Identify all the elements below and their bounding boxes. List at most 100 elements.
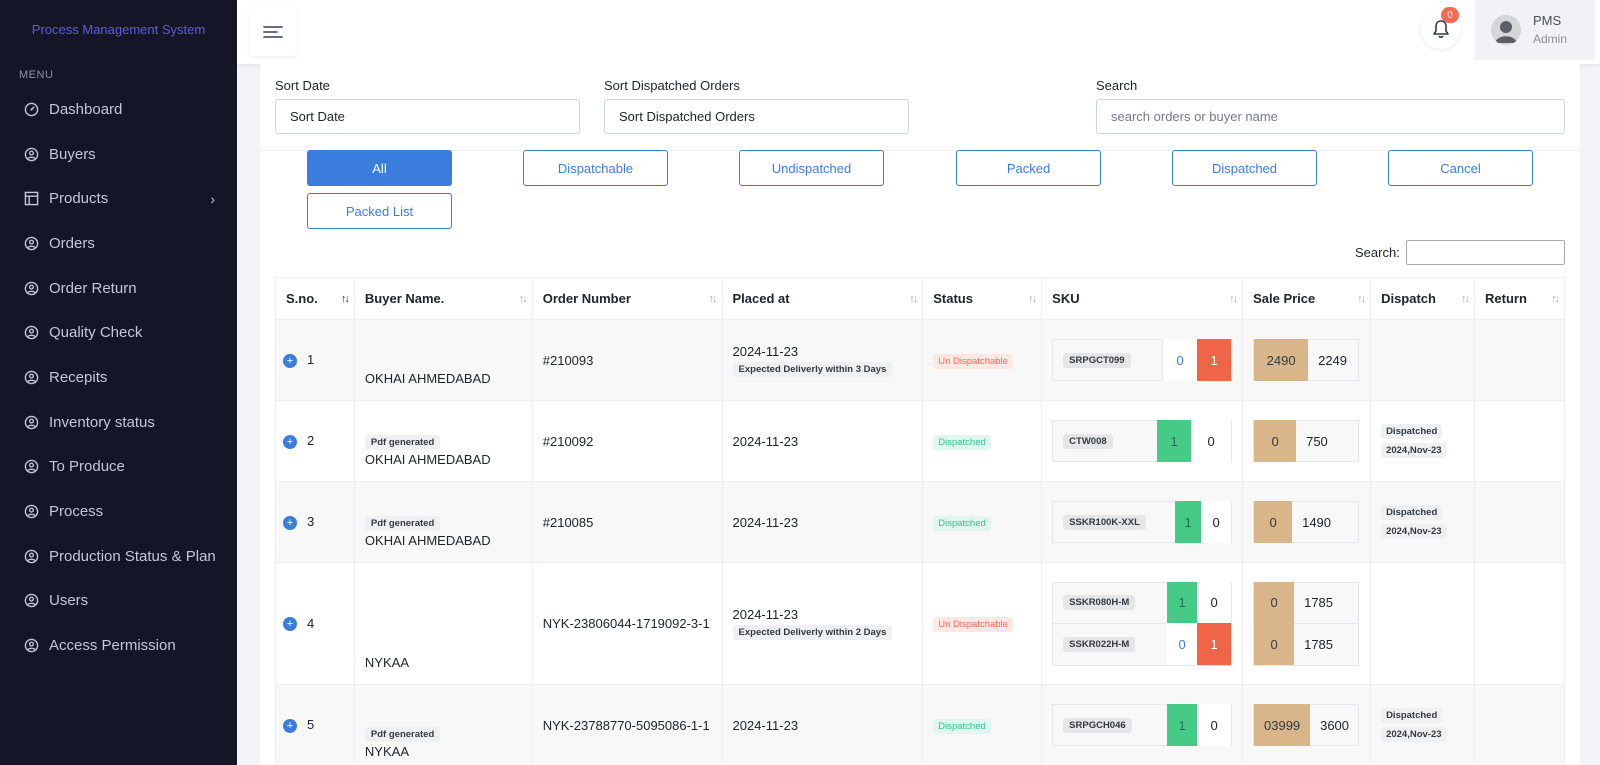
- col-sale-price[interactable]: Sale Price ↑↓: [1242, 277, 1372, 320]
- sku-qty-a: 1: [1175, 501, 1202, 543]
- sidebar-item-order-return[interactable]: Order Return: [0, 266, 237, 311]
- price-a: 03999: [1254, 704, 1311, 746]
- search-orders-input[interactable]: search orders or buyer name: [1096, 99, 1565, 134]
- header-label: Status: [933, 291, 973, 306]
- expand-row-icon[interactable]: +: [283, 434, 297, 449]
- user-circle-icon: [23, 593, 39, 609]
- header-label: Buyer Name.: [364, 291, 445, 306]
- price-b: 1785: [1304, 636, 1334, 652]
- user-circle-icon: [23, 146, 39, 162]
- col-order-number[interactable]: Order Number ↑↓: [531, 277, 723, 320]
- sku-item: SSKR022H-M 0 1: [1052, 623, 1233, 666]
- menu-toggle-button[interactable]: [249, 8, 297, 56]
- user-circle-icon: [23, 280, 39, 296]
- user-circle-icon: [23, 235, 39, 251]
- sidebar-item-access-permission[interactable]: Access Permission: [0, 623, 237, 668]
- header-label: SKU: [1052, 291, 1080, 306]
- table-row[interactable]: +4 NYKAA NYK-23806044-1719092-3-1 2024-1…: [275, 562, 1565, 685]
- sku-qty-a: 1: [1167, 704, 1198, 746]
- sort-dispatched-select[interactable]: Sort Dispatched Orders: [604, 99, 909, 134]
- sidebar-item-receipts[interactable]: Recepits: [0, 355, 237, 400]
- col-dispatch[interactable]: Dispatch ↑↓: [1370, 277, 1475, 320]
- sidebar-item-dashboard[interactable]: Dashboard: [0, 87, 237, 132]
- status-badge: Un Dispatchable: [933, 353, 1013, 369]
- header-label: Dispatch: [1381, 291, 1436, 306]
- filter-undispatched-button[interactable]: Undispatched: [739, 150, 884, 186]
- sidebar-item-label: Buyers: [49, 145, 96, 163]
- filter-dispatched-button[interactable]: Dispatched: [1172, 150, 1317, 186]
- sku-item: SRPGCH046 1 0: [1052, 704, 1233, 746]
- dispatch-date-badge: 2024,Nov-23: [1381, 727, 1447, 742]
- expand-row-icon[interactable]: +: [283, 353, 297, 368]
- sidebar-item-to-produce[interactable]: To Produce: [0, 445, 237, 490]
- price-item: 0 1785: [1253, 581, 1360, 624]
- sort-icon: ↑↓: [518, 292, 528, 305]
- dispatch-badge: Dispatched: [1381, 708, 1443, 723]
- row-sno: 5: [307, 717, 315, 733]
- sku-qty-a: 0: [1167, 623, 1198, 665]
- sidebar-item-products[interactable]: Products ›: [0, 176, 237, 221]
- user-menu[interactable]: PMS Admin: [1475, 0, 1595, 60]
- sort-icon: ↑↓: [1461, 292, 1470, 305]
- user-circle-icon: [23, 548, 39, 564]
- sort-icon: ↑↓: [909, 292, 918, 305]
- sku-code: SSKR080H-M: [1063, 595, 1136, 610]
- filter-packed-list-button[interactable]: Packed List: [307, 193, 452, 229]
- col-return[interactable]: Return ↑↓: [1474, 277, 1565, 320]
- sku-item: CTW008 1 0: [1052, 420, 1233, 462]
- sidebar-item-label: Production Status & Plan: [49, 547, 216, 565]
- user-name: PMS: [1533, 13, 1562, 28]
- filter-cancel-button[interactable]: Cancel: [1388, 150, 1533, 186]
- sidebar-item-production-status[interactable]: Production Status & Plan: [0, 534, 237, 579]
- sku-code: CTW008: [1063, 433, 1113, 449]
- sidebar-item-users[interactable]: Users: [0, 579, 237, 624]
- filter-dispatchable-button[interactable]: Dispatchable: [523, 150, 668, 186]
- sidebar-item-process[interactable]: Process: [0, 489, 237, 534]
- sku-code: SRPGCT099: [1063, 352, 1131, 368]
- price-b: 2249: [1318, 352, 1348, 368]
- price-a: 0: [1254, 420, 1297, 462]
- table-row[interactable]: +2 Pdf generated OKHAI AHMEDABAD #210092 …: [275, 400, 1565, 482]
- table-search-input[interactable]: [1406, 240, 1565, 265]
- order-number: NYK-23806044-1719092-3-1: [542, 616, 710, 631]
- table-header-row: S.no. ↑↓ Buyer Name. ↑↓ Order Number ↑↓ Pla…: [275, 277, 1565, 320]
- brand-title[interactable]: Process Management System: [0, 22, 237, 37]
- sku-item: SRPGCT099 0 1: [1052, 339, 1233, 381]
- table-row[interactable]: +5 Pdf generated NYKAA NYK-23788770-50950…: [275, 684, 1565, 765]
- table-row[interactable]: +1 OKHAI AHMEDABAD #210093 2024-11-23 Exp…: [275, 319, 1565, 401]
- sku-qty-b: 1: [1197, 339, 1232, 381]
- order-number: #210092: [542, 433, 594, 449]
- placed-date: 2024-11-23: [732, 607, 799, 622]
- sku-qty-b: 0: [1191, 420, 1232, 462]
- placed-date: 2024-11-23: [732, 433, 799, 449]
- sidebar-item-label: Dashboard: [49, 100, 123, 118]
- order-number: NYK-23788770-5095086-1-1: [542, 717, 710, 733]
- filter-all-button[interactable]: All: [307, 150, 452, 186]
- sidebar-nav: Dashboard Buyers Products › Orders Order…: [0, 87, 237, 668]
- sort-date-select[interactable]: Sort Date: [275, 99, 580, 134]
- expand-row-icon[interactable]: +: [283, 515, 297, 530]
- col-status[interactable]: Status ↑↓: [922, 277, 1043, 320]
- buyer-name: OKHAI AHMEDABAD: [364, 452, 491, 467]
- sidebar-item-buyers[interactable]: Buyers: [0, 132, 237, 177]
- table-row[interactable]: +3 Pdf generated OKHAI AHMEDABAD #210085 …: [275, 481, 1565, 563]
- col-sno[interactable]: S.no. ↑↓: [275, 277, 355, 320]
- user-circle-icon: [23, 504, 39, 520]
- expand-row-icon[interactable]: +: [283, 617, 297, 632]
- expected-delivery-badge: Expected Deliverly within 3 Days: [732, 361, 893, 377]
- sidebar-item-quality-check[interactable]: Quality Check: [0, 310, 237, 355]
- price-b: 1785: [1304, 595, 1334, 610]
- dispatch-badge: Dispatched: [1381, 505, 1443, 520]
- expand-row-icon[interactable]: +: [283, 718, 297, 733]
- col-sku[interactable]: SKU ↑↓: [1041, 277, 1244, 320]
- sidebar-item-inventory-status[interactable]: Inventory status: [0, 400, 237, 445]
- col-placed-at[interactable]: Placed at ↑↓: [721, 277, 924, 320]
- sidebar-item-label: Inventory status: [49, 413, 155, 431]
- user-circle-icon: [23, 459, 39, 475]
- hamburger-icon: [263, 26, 283, 38]
- filter-packed-button[interactable]: Packed: [956, 150, 1101, 186]
- order-number: #210085: [542, 514, 594, 530]
- sidebar-item-orders[interactable]: Orders: [0, 221, 237, 266]
- sidebar-item-label: Users: [49, 592, 89, 610]
- col-buyer[interactable]: Buyer Name. ↑↓: [353, 277, 533, 320]
